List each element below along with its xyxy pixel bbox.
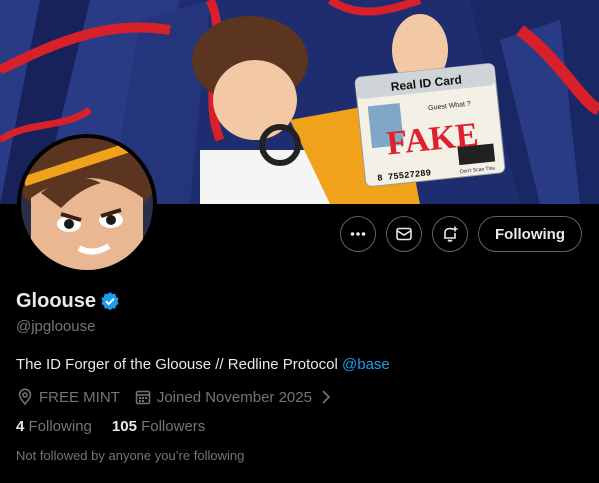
notify-button[interactable] [432, 216, 469, 252]
followed-by-note: Not followed by anyone you’re following [16, 448, 245, 463]
message-button[interactable] [386, 216, 423, 252]
profile-meta: FREE MINT Joined November 2025 [16, 387, 583, 407]
user-handle: @jpgloouse [16, 318, 96, 335]
followers-stat[interactable]: 105 Followers [112, 418, 205, 438]
following-button[interactable]: Following [478, 216, 582, 252]
location-text: FREE MINT [39, 388, 120, 406]
location-icon [18, 388, 32, 406]
display-name: Gloouse [16, 289, 97, 312]
followers-count: 105 [111, 418, 137, 435]
more-button[interactable] [340, 216, 377, 252]
join-date[interactable]: Joined November 2025 [134, 388, 335, 406]
avatar[interactable] [17, 134, 157, 274]
name-row: Gloouse [16, 288, 583, 314]
following-count: 4 [16, 418, 25, 435]
following-stat[interactable]: 4 Following [16, 418, 92, 438]
join-date-text: Joined November 2025 [156, 388, 312, 406]
following-label: Following [28, 418, 92, 435]
more-icon [350, 232, 366, 236]
profile-info: Gloouse @jpgloouse The ID Forger of the … [16, 288, 583, 464]
profile-stats: 4 Following 105 Followers [16, 418, 583, 438]
profile-actions: Following [340, 216, 582, 252]
followers-label: Followers [141, 418, 206, 435]
chevron-right-icon [322, 390, 331, 404]
calendar-icon [135, 390, 151, 405]
bio: The ID Forger of the Gloouse // Redline … [16, 355, 583, 375]
avatar-illustration [21, 138, 153, 270]
bio-mention-link[interactable]: @base [342, 356, 390, 373]
bio-text: The ID Forger of the Gloouse // Redline … [16, 356, 342, 373]
location: FREE MINT [16, 388, 120, 406]
notify-icon [444, 226, 458, 242]
verified-icon[interactable] [100, 291, 120, 311]
message-icon [396, 227, 412, 241]
